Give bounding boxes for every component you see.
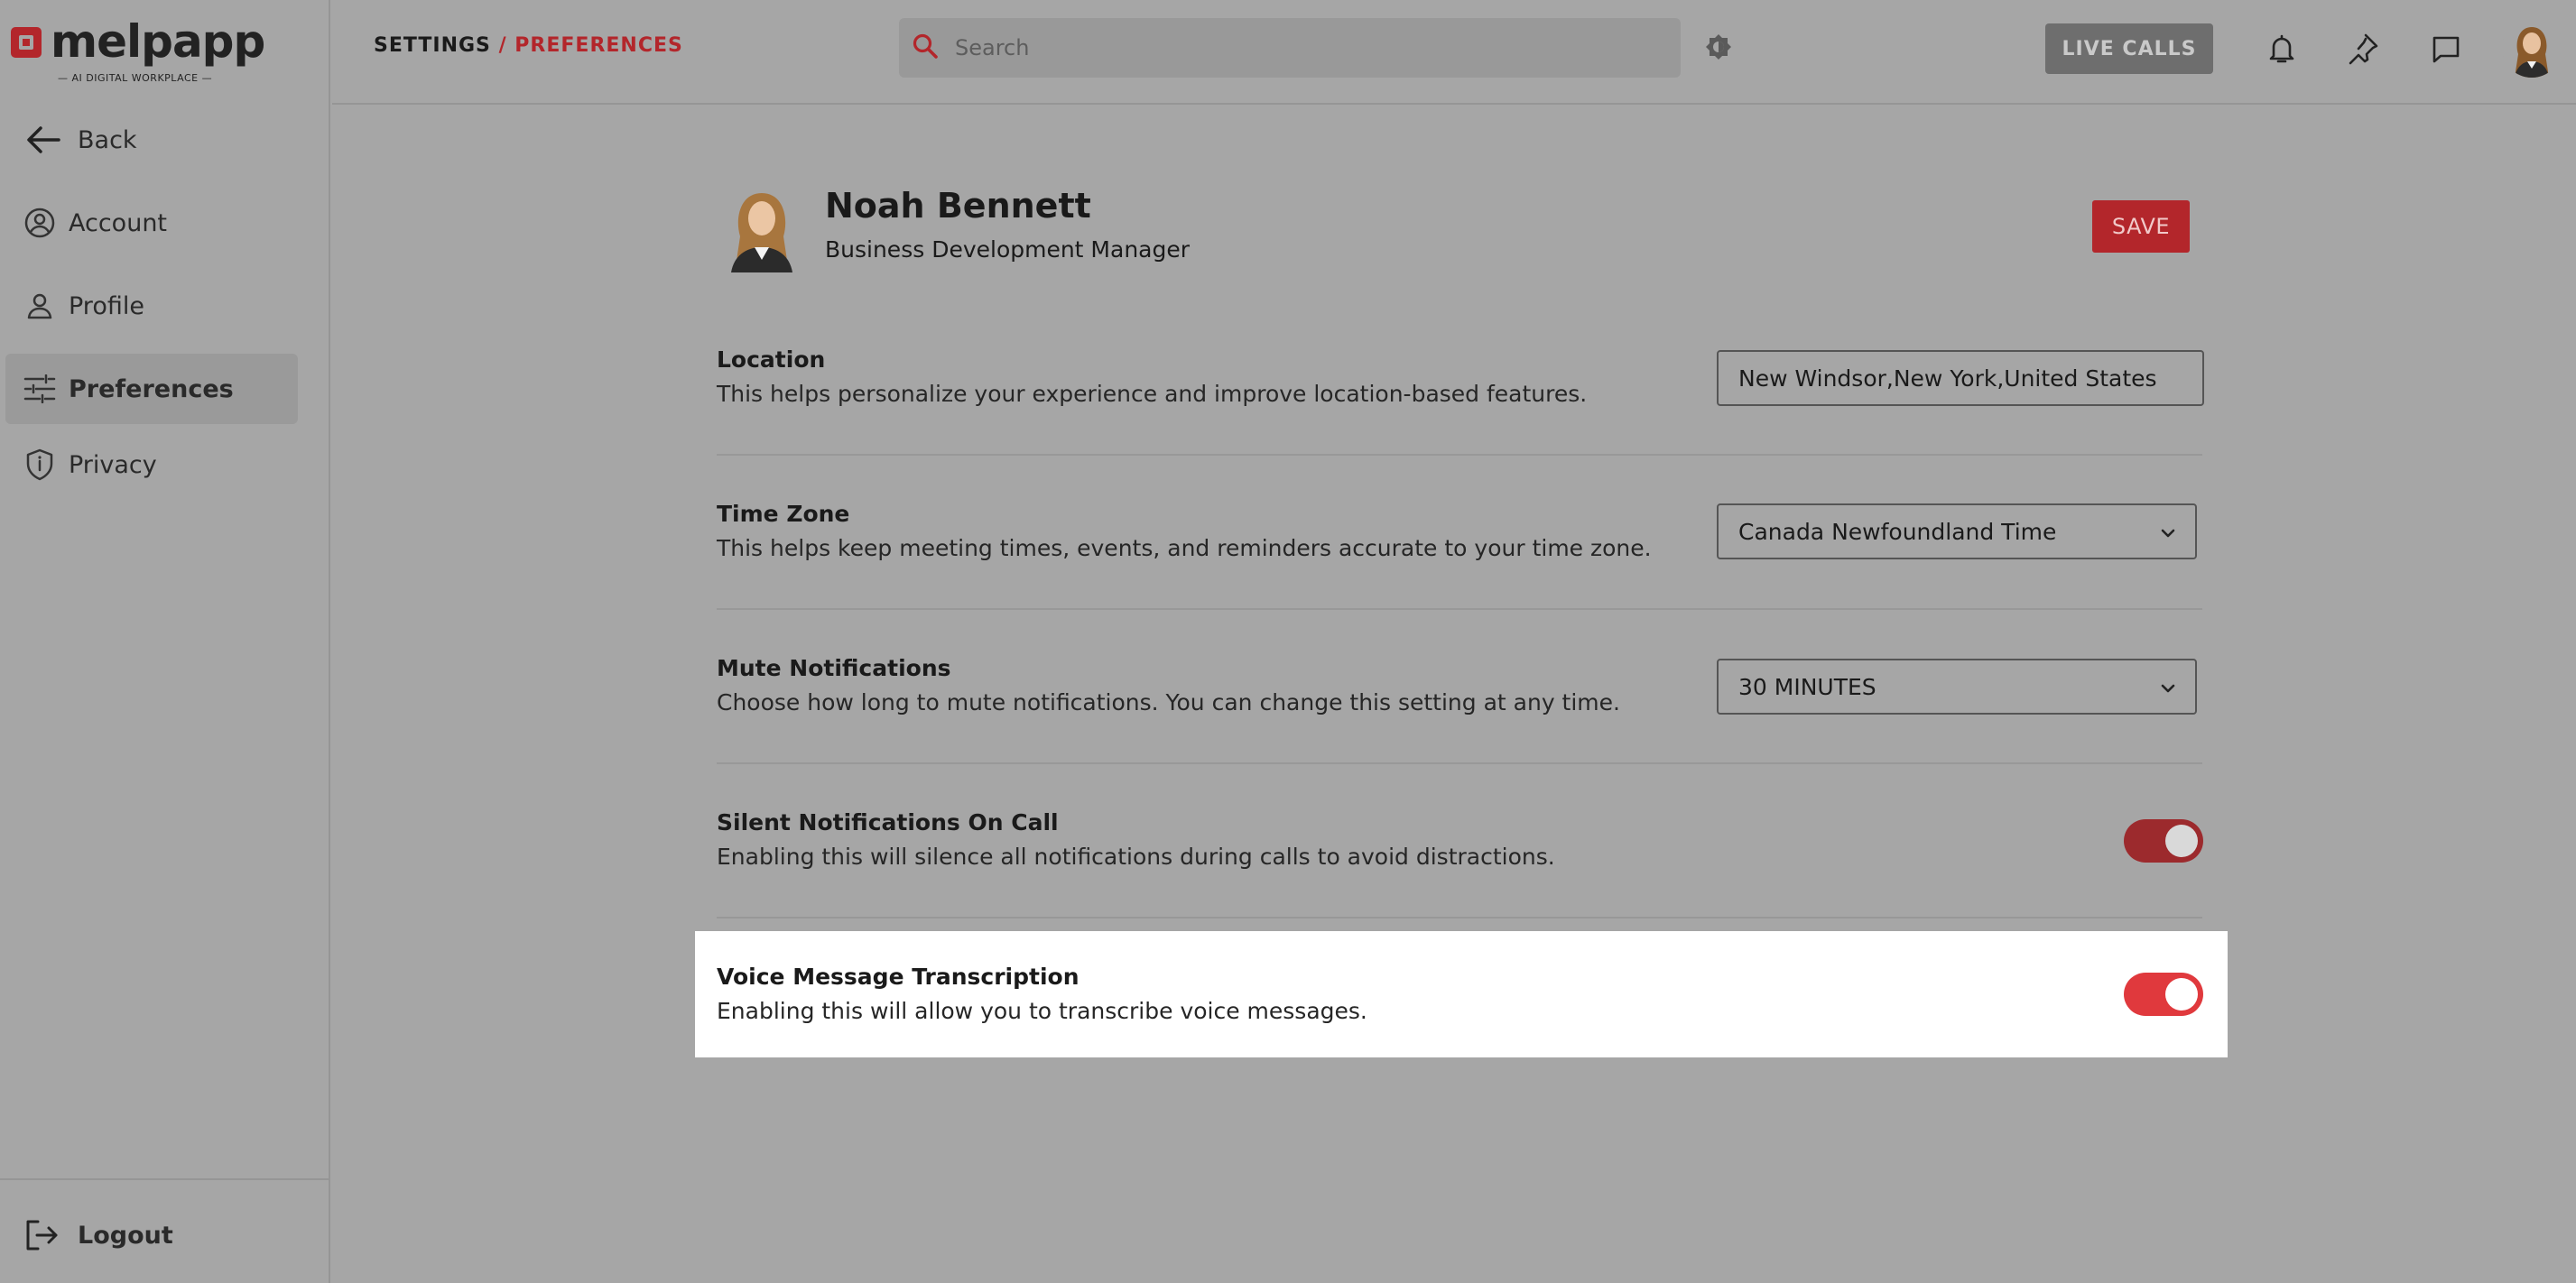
- sidebar-item-profile[interactable]: Profile: [5, 271, 298, 341]
- theme-toggle-icon[interactable]: [1704, 32, 1733, 61]
- toggle-knob: [2165, 825, 2198, 857]
- breadcrumb: SETTINGS / PREFERENCES: [374, 34, 683, 57]
- logo-mark-icon: [11, 27, 42, 58]
- arrow-left-icon: [25, 122, 61, 158]
- location-value: New Windsor,New York,United States: [1738, 365, 2157, 392]
- sidebar-item-label: Account: [69, 208, 168, 237]
- logout-icon: [23, 1217, 60, 1253]
- time-zone-title: Time Zone: [717, 501, 850, 527]
- pin-icon[interactable]: [2347, 32, 2379, 65]
- profile-name: Noah Bennett: [825, 186, 1091, 226]
- logo-text: melpapp: [51, 15, 265, 68]
- section-divider: [717, 762, 2202, 764]
- voice-transcription-highlight: [695, 931, 2228, 1057]
- toggle-knob: [2165, 978, 2198, 1011]
- profile-job-title: Business Development Manager: [825, 236, 1191, 263]
- sliders-icon: [22, 371, 58, 407]
- breadcrumb-current: PREFERENCES: [514, 34, 683, 57]
- user-circle-icon: [22, 205, 58, 241]
- sidebar-item-label: Privacy: [69, 450, 157, 479]
- section-divider: [717, 454, 2202, 456]
- breadcrumb-root[interactable]: SETTINGS: [374, 34, 491, 57]
- shield-icon: [22, 447, 58, 483]
- location-field[interactable]: New Windsor,New York,United States: [1717, 350, 2204, 406]
- chat-icon[interactable]: [2430, 32, 2462, 65]
- silent-on-call-title: Silent Notifications On Call: [717, 809, 1059, 835]
- mute-notifications-title: Mute Notifications: [717, 655, 951, 681]
- logout-label: Logout: [78, 1221, 173, 1250]
- sidebar-item-preferences[interactable]: Preferences: [5, 354, 298, 424]
- logout-button[interactable]: Logout: [5, 1200, 298, 1270]
- melpapp-logo[interactable]: melpapp — AI DIGITAL WORKPLACE —: [11, 15, 265, 88]
- mute-notifications-select[interactable]: 30 MINUTES: [1717, 659, 2197, 715]
- back-label: Back: [78, 125, 137, 154]
- breadcrumb-separator: /: [498, 34, 507, 57]
- logo-tagline: — AI DIGITAL WORKPLACE —: [58, 72, 213, 84]
- sidebar-item-privacy[interactable]: Privacy: [5, 429, 298, 500]
- chevron-down-icon: [2159, 519, 2177, 545]
- sidebar-item-label: Preferences: [69, 374, 234, 403]
- bell-icon[interactable]: [2266, 32, 2298, 65]
- time-zone-description: This helps keep meeting times, events, a…: [717, 535, 1652, 561]
- sidebar-item-label: Profile: [69, 291, 144, 320]
- user-avatar[interactable]: [2502, 18, 2562, 78]
- search-bar[interactable]: [899, 18, 1681, 78]
- section-divider: [717, 608, 2202, 610]
- person-icon: [22, 288, 58, 324]
- location-description: This helps personalize your experience a…: [717, 381, 1588, 407]
- silent-on-call-toggle[interactable]: [2124, 819, 2203, 863]
- time-zone-value: Canada Newfoundland Time: [1738, 518, 2057, 545]
- save-button[interactable]: SAVE: [2092, 200, 2190, 253]
- mute-notifications-description: Choose how long to mute notifications. Y…: [717, 689, 1620, 715]
- voice-transcription-description: Enabling this will allow you to transcri…: [717, 998, 1367, 1024]
- profile-avatar: [717, 180, 807, 272]
- live-calls-button[interactable]: LIVE CALLS: [2045, 23, 2213, 74]
- sidebar-item-account[interactable]: Account: [5, 188, 298, 258]
- location-title: Location: [717, 346, 826, 373]
- sidebar-divider: [0, 1178, 330, 1180]
- time-zone-select[interactable]: Canada Newfoundland Time: [1717, 503, 2197, 559]
- chevron-down-icon: [2159, 674, 2177, 700]
- voice-transcription-toggle[interactable]: [2124, 973, 2203, 1016]
- search-icon: [912, 32, 942, 63]
- top-header: SETTINGS / PREFERENCES LIVE CALLS: [332, 0, 2576, 105]
- sidebar: melpapp — AI DIGITAL WORKPLACE — Back Ac…: [0, 0, 330, 1283]
- silent-on-call-description: Enabling this will silence all notificat…: [717, 844, 1555, 870]
- mute-notifications-value: 30 MINUTES: [1738, 673, 1876, 700]
- back-button[interactable]: Back: [5, 105, 298, 175]
- section-divider: [717, 917, 2202, 918]
- voice-transcription-title: Voice Message Transcription: [717, 964, 1080, 990]
- search-input[interactable]: [955, 35, 1641, 60]
